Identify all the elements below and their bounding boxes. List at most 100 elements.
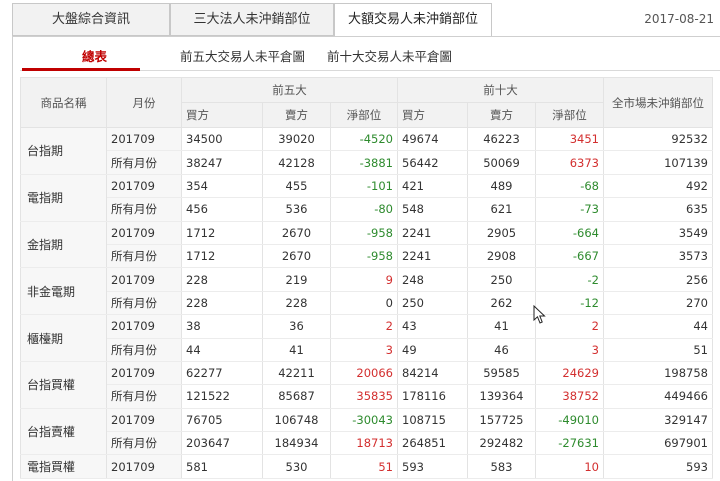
top5-net-cell: 9 bbox=[330, 267, 398, 292]
product-name: 櫃檯期 bbox=[20, 314, 107, 362]
top5-buy-cell: 1712 bbox=[181, 244, 263, 269]
top5-sell-cell: 219 bbox=[262, 267, 331, 292]
top5-sell-cell: 85687 bbox=[262, 384, 331, 409]
header-top10-buy: 買方 bbox=[397, 102, 468, 128]
top10-buy-cell: 178116 bbox=[397, 384, 468, 409]
top10-buy-cell: 49674 bbox=[397, 127, 468, 152]
header-market-total: 全市場未沖銷部位 bbox=[603, 77, 713, 128]
market-total-cell: 593 bbox=[603, 454, 713, 479]
table-row: 所有月份 203647 184934 18713 264851 292482 -27631 6… bbox=[21, 431, 713, 456]
table-row: 所有月份 38247 42128 -3881 56442 50069 6373 107139 bbox=[21, 150, 713, 175]
tab-institutional-positions[interactable]: 三大法人未沖銷部位 bbox=[170, 3, 334, 36]
top10-buy-cell: 421 bbox=[397, 174, 468, 199]
top5-sell-cell: 2670 bbox=[262, 221, 331, 245]
top10-buy-cell: 49 bbox=[397, 338, 468, 362]
market-total-cell: 635 bbox=[603, 197, 713, 222]
top10-net-cell: 3 bbox=[535, 338, 604, 362]
top5-net-cell: 18713 bbox=[330, 431, 398, 456]
top5-buy-cell: 354 bbox=[181, 174, 263, 199]
top10-sell-cell: 41 bbox=[467, 314, 536, 339]
top5-sell-cell: 36 bbox=[262, 314, 331, 339]
market-total-cell: 492 bbox=[603, 174, 713, 199]
top5-sell-cell: 39020 bbox=[262, 127, 331, 152]
top5-net-cell: 0 bbox=[330, 291, 398, 316]
market-total-cell: 92532 bbox=[603, 127, 713, 152]
top5-buy-cell: 1712 bbox=[181, 221, 263, 245]
top5-sell-cell: 41 bbox=[262, 338, 331, 362]
top10-buy-cell: 84214 bbox=[397, 361, 468, 386]
top5-sell-cell: 530 bbox=[262, 454, 331, 479]
table-row: 金指期 201709 1712 2670 -958 2241 2905 -664 3549 bbox=[20, 221, 713, 269]
top10-sell-cell: 583 bbox=[467, 454, 536, 479]
header-top10-net: 淨部位 bbox=[535, 102, 604, 128]
top5-buy-cell: 62277 bbox=[181, 361, 263, 386]
active-subtab-indicator bbox=[22, 68, 140, 71]
top10-sell-cell: 59585 bbox=[467, 361, 536, 386]
top5-sell-cell: 228 bbox=[262, 291, 331, 316]
month-cell: 201709 bbox=[106, 361, 182, 386]
table-body: 台指期 201709 34500 39020 -4520 49674 46223 3451 92… bbox=[20, 127, 713, 479]
tab-large-trader-positions[interactable]: 大額交易人未沖銷部位 bbox=[334, 3, 492, 37]
top10-buy-cell: 43 bbox=[397, 314, 468, 339]
header-top10: 前十大 bbox=[397, 77, 604, 103]
top5-net-cell: -101 bbox=[330, 174, 398, 199]
header-top10-sell: 賣方 bbox=[467, 102, 536, 128]
mouse-pointer-icon bbox=[533, 305, 546, 324]
subtab-summary[interactable]: 總表 bbox=[82, 46, 107, 65]
top5-buy-cell: 38247 bbox=[181, 150, 263, 175]
top10-net-cell: -667 bbox=[535, 244, 604, 269]
top10-net-cell: -27631 bbox=[535, 431, 604, 456]
top5-net-cell: 3 bbox=[330, 338, 398, 362]
large-trader-table: 商品名稱 月份 前五大 前十大 全市場未沖銷部位 買方 賣方 淨部位 買方 賣方… bbox=[20, 77, 713, 479]
table-row: 台指賣權 201709 76705 106748 -30043 108715 157725-… bbox=[20, 408, 713, 456]
month-cell: 201709 bbox=[106, 314, 182, 339]
top10-sell-cell: 2908 bbox=[467, 244, 536, 269]
month-cell: 201709 bbox=[106, 454, 182, 479]
subtab-top10-chart[interactable]: 前十大交易人未平倉圖 bbox=[327, 46, 452, 65]
market-total-cell: 449466 bbox=[603, 384, 713, 409]
month-cell: 所有月份 bbox=[106, 244, 182, 269]
top5-net-cell: -958 bbox=[330, 221, 398, 245]
top5-net-cell: 20066 bbox=[330, 361, 398, 386]
product-name: 台指賣權 bbox=[20, 408, 107, 456]
product-name: 台指期 bbox=[20, 127, 107, 175]
top10-sell-cell: 250 bbox=[467, 267, 536, 292]
month-cell: 所有月份 bbox=[106, 431, 182, 456]
tab-market-overview[interactable]: 大盤綜合資訊 bbox=[12, 3, 170, 36]
table-row: 電指買權 201709 581 530 51 593 583 10 593 bbox=[20, 454, 713, 479]
top10-buy-cell: 264851 bbox=[397, 431, 468, 456]
month-cell: 所有月份 bbox=[106, 291, 182, 316]
month-cell: 201709 bbox=[106, 408, 182, 433]
top10-sell-cell: 157725 bbox=[467, 408, 536, 433]
table-row: 所有月份 44 41 3 49 46 3 51 bbox=[21, 338, 713, 362]
subtab-top5-chart[interactable]: 前五大交易人未平倉圖 bbox=[180, 46, 305, 65]
top5-net-cell: -4520 bbox=[330, 127, 398, 152]
top10-sell-cell: 262 bbox=[467, 291, 536, 316]
market-total-cell: 51 bbox=[603, 338, 713, 362]
top10-buy-cell: 593 bbox=[397, 454, 468, 479]
top5-buy-cell: 203647 bbox=[181, 431, 263, 456]
top10-net-cell: -2 bbox=[535, 267, 604, 292]
top5-buy-cell: 228 bbox=[181, 267, 263, 292]
market-total-cell: 329147 bbox=[603, 408, 713, 433]
top5-sell-cell: 106748 bbox=[262, 408, 331, 433]
table-row: 非金電期 201709 228 219 9 248 250 -2 256 bbox=[20, 267, 713, 316]
header-top5: 前五大 bbox=[181, 77, 398, 103]
top10-buy-cell: 250 bbox=[397, 291, 468, 316]
top5-sell-cell: 42128 bbox=[262, 150, 331, 175]
table-row: 台指期 201709 34500 39020 -4520 49674 46223 3451 92… bbox=[20, 127, 713, 175]
top5-net-cell: 51 bbox=[330, 454, 398, 479]
top5-sell-cell: 2670 bbox=[262, 244, 331, 269]
top10-net-cell: 10 bbox=[535, 454, 604, 479]
table-row: 台指買權 201709 62277 42211 20066 84214 59585 24629… bbox=[20, 361, 713, 409]
top5-net-cell: 35835 bbox=[330, 384, 398, 409]
top10-buy-cell: 2241 bbox=[397, 221, 468, 245]
header-top5-sell: 賣方 bbox=[262, 102, 331, 128]
header-top5-net: 淨部位 bbox=[330, 102, 398, 128]
top10-sell-cell: 50069 bbox=[467, 150, 536, 175]
top5-buy-cell: 228 bbox=[181, 291, 263, 316]
top5-buy-cell: 76705 bbox=[181, 408, 263, 433]
month-cell: 201709 bbox=[106, 174, 182, 199]
top10-sell-cell: 139364 bbox=[467, 384, 536, 409]
main-tab-bar: 大盤綜合資訊 三大法人未沖銷部位 大額交易人未沖銷部位 2017-08-21 bbox=[0, 0, 720, 38]
